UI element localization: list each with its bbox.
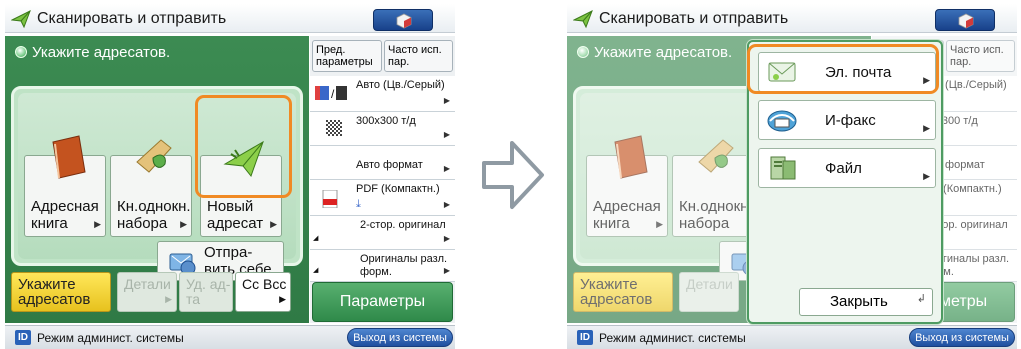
arrow-right-icon: ▶ <box>923 171 930 181</box>
logout-button[interactable]: Выход из системы <box>347 328 453 347</box>
title-bar: Сканировать и отправить <box>5 4 455 33</box>
arrow-right-icon: ▶ <box>923 123 930 133</box>
file-option-label: Файл <box>825 160 862 177</box>
duplex-row[interactable]: ◢ 2-стор. оригинал ▶ <box>310 216 455 250</box>
tab-specify-label: Укажите адресатов <box>18 276 91 308</box>
arrow-right-icon: ▶ <box>443 234 450 243</box>
arrow-right-icon: ▶ <box>165 294 172 304</box>
admin-mode-text: Режим админист. системы <box>599 331 746 345</box>
new-destination-plane-icon <box>223 140 264 178</box>
arrow-right-icon: ▶ <box>180 219 187 229</box>
app-title: Сканировать и отправить <box>599 10 789 27</box>
previous-settings-button[interactable]: Пред. параметры <box>312 40 382 72</box>
corner-mark-icon: ◢ <box>313 267 319 274</box>
color-mode-row[interactable]: / Авто (Цв./Серый) ▶ <box>310 76 455 112</box>
tab-specify-destinations[interactable]: Укажите адресатов <box>11 272 111 312</box>
arrow-right-icon: ▶ <box>443 200 450 209</box>
admin-mode-text: Режим админист. системы <box>37 331 184 345</box>
id-icon: ID <box>15 330 31 345</box>
paper-plane-icon <box>11 9 31 29</box>
arrow-right-icon: ▶ <box>443 96 450 105</box>
tab-delete-label: Уд. ад-та <box>186 276 231 307</box>
arrow-right-icon: ▶ <box>270 219 277 229</box>
screen-after: Сканировать и отправить Укажите адресато… <box>567 0 1017 349</box>
instruction-label: Укажите адресатов. <box>32 44 171 61</box>
mixed-originals-row[interactable]: ◢ Оригиналы разл. форм. ▶ <box>310 250 455 282</box>
ifax-option-button[interactable]: И-факс ▶ <box>758 100 936 140</box>
parameters-label: Параметры <box>339 293 426 310</box>
download-icon: ⤓ <box>356 198 361 210</box>
ifax-icon <box>767 110 797 132</box>
arrow-right-icon: ▶ <box>443 164 450 173</box>
instruction-text: Укажите адресатов. <box>15 44 170 61</box>
frequent-settings-label: Часто исп. пар. <box>388 44 442 68</box>
status-bar: ID Режим админист. системы Выход из сист… <box>567 325 1017 349</box>
tab-bar: Укажите адресатов Детали ▶ Уд. ад-та Cc … <box>11 272 303 316</box>
status-monitor-button[interactable] <box>373 9 433 31</box>
close-button[interactable]: Закрыть ↲ <box>799 288 933 316</box>
status-monitor-button[interactable] <box>935 9 995 31</box>
new-destination-popup: Эл. почта ▶ И-факс ▶ Файл ▶ Закрыть ↲ <box>747 40 943 324</box>
address-book-icon <box>52 135 86 179</box>
color-mode-label: Авто (Цв./Серый) <box>356 79 445 91</box>
file-option-button[interactable]: Файл ▶ <box>758 148 936 188</box>
app-title: Сканировать и отправить <box>37 10 227 27</box>
resolution-row[interactable]: 300x300 т/д ▶ <box>310 112 455 146</box>
tab-details-label: Детали <box>124 276 171 292</box>
duplex-label: 2-стор. оригинал <box>360 219 446 231</box>
info-dot-icon <box>15 46 27 58</box>
close-label: Закрыть <box>830 293 888 310</box>
arrow-right-icon: ▶ <box>443 130 450 139</box>
frequent-settings-button[interactable]: Часто исп. пар. <box>384 40 453 72</box>
arrow-right-icon: ▶ <box>279 294 286 304</box>
status-bar: ID Режим админист. системы Выход из сист… <box>5 325 455 349</box>
arrow-right-icon: ▶ <box>94 219 101 229</box>
title-bar: Сканировать и отправить <box>567 4 1017 33</box>
address-book-button[interactable]: Адресная книга ▶ <box>24 135 106 237</box>
mixed-originals-label: Оригиналы разл. форм. <box>360 253 448 278</box>
file-server-icon <box>770 156 796 180</box>
cube-icon <box>396 13 412 29</box>
logout-button[interactable]: Выход из системы <box>909 328 1015 347</box>
id-icon: ID <box>577 330 593 345</box>
pdf-icon <box>322 190 338 208</box>
destination-panel: Адресная книга ▶ Кн.однокн. набора ▶ Нов… <box>11 86 303 281</box>
arrow-right-icon: ▶ <box>923 75 930 85</box>
scan-size-row[interactable]: Авто формат ▶ <box>310 146 455 180</box>
tab-details[interactable]: Детали ▶ <box>117 272 177 312</box>
ifax-option-label: И-факс <box>825 112 876 129</box>
main-area: Укажите адресатов. Адресная книга ▶ Кн.о… <box>5 36 309 323</box>
next-step-arrow-icon <box>482 141 544 209</box>
return-icon: ↲ <box>916 293 926 305</box>
email-option-label: Эл. почта <box>825 64 892 81</box>
tab-cc-bcc-label: Cc Bcc <box>242 276 287 292</box>
cube-icon <box>958 13 974 29</box>
corner-mark-icon: ◢ <box>313 235 319 242</box>
svg-text:/: / <box>331 87 335 100</box>
tab-delete-destination[interactable]: Уд. ад-та <box>179 272 233 312</box>
email-icon <box>768 62 796 82</box>
screen-before: Сканировать и отправить Укажите адресато… <box>5 0 455 349</box>
file-format-row[interactable]: PDF (Компактн.) ⤓ ▶ <box>310 180 455 216</box>
parameters-button[interactable]: Параметры <box>312 282 453 322</box>
scan-size-label: Авто формат <box>356 159 423 171</box>
file-format-label: PDF (Компактн.) <box>356 183 440 195</box>
paper-plane-icon <box>573 9 593 29</box>
new-destination-button[interactable]: Новый адресат ▶ <box>200 140 282 237</box>
color-mode-icon: / <box>315 86 347 100</box>
tab-cc-bcc[interactable]: Cc Bcc ▶ <box>235 272 291 312</box>
email-option-button[interactable]: Эл. почта ▶ <box>758 52 936 92</box>
one-touch-hand-icon <box>136 139 172 173</box>
resolution-label: 300x300 т/д <box>356 115 416 127</box>
previous-settings-label: Пред. параметры <box>316 44 373 68</box>
settings-sidebar: Пред. параметры Часто исп. пар. / Авто (… <box>310 36 455 323</box>
one-touch-button[interactable]: Кн.однокн. набора ▶ <box>110 139 192 237</box>
resolution-icon <box>326 120 342 136</box>
arrow-right-icon: ▶ <box>443 266 450 275</box>
